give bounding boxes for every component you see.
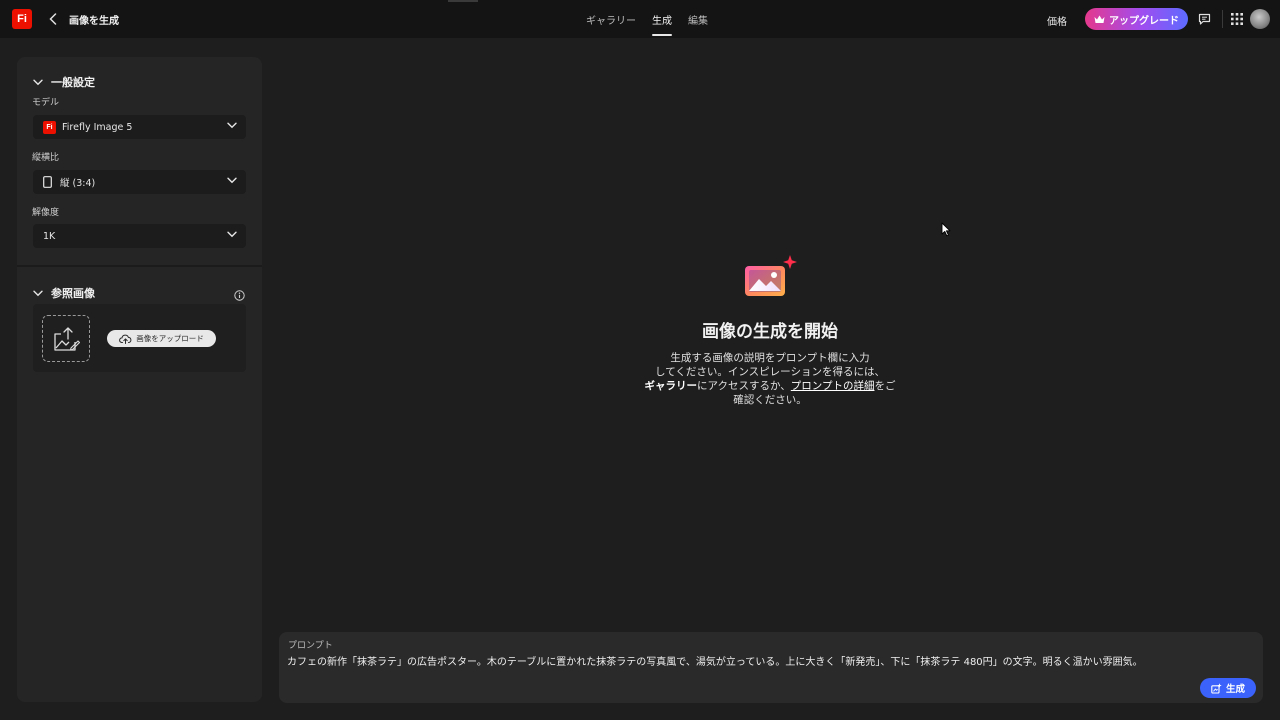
reference-image-title: 参照画像 <box>51 287 95 300</box>
desc-mid: にアクセスするか、 <box>697 380 791 392</box>
desc-line-4: 確認ください。 <box>733 394 807 406</box>
upgrade-label: アップグレード <box>1109 15 1179 27</box>
prompt-details-link[interactable]: プロンプトの詳細 <box>791 380 875 392</box>
chevron-down-icon <box>227 177 237 184</box>
chevron-down-icon <box>33 290 43 296</box>
upload-image-label: 画像をアップロード <box>136 334 204 343</box>
price-link[interactable]: 価格 <box>1047 13 1067 28</box>
aspect-ratio-value: 縦 (3:4) <box>60 178 96 189</box>
aspect-ratio-label: 縦横比 <box>32 153 60 163</box>
gallery-link[interactable]: ギャラリー <box>645 380 698 392</box>
main-nav: ギャラリー 生成 編集 <box>578 0 716 38</box>
resolution-label: 解像度 <box>32 208 60 218</box>
general-settings-title: 一般設定 <box>51 76 95 89</box>
mouse-cursor-icon <box>941 222 951 237</box>
header-divider <box>1222 10 1223 28</box>
aspect-ratio-select[interactable]: 縦 (3:4) <box>33 170 246 194</box>
desc-line-2: してください。インスピレーションを得るには、 <box>655 366 885 378</box>
prompt-label: プロンプト <box>288 641 333 651</box>
apps-grid-icon <box>1231 13 1243 25</box>
chevron-down-icon <box>227 231 237 238</box>
info-button[interactable] <box>234 286 245 305</box>
model-value: Firefly Image 5 <box>62 121 133 133</box>
general-settings-header[interactable]: 一般設定 <box>33 74 95 90</box>
prompt-panel[interactable]: プロンプト カフェの新作「抹茶ラテ」の広告ポスター。木のテーブルに置かれた抹茶ラ… <box>279 632 1263 703</box>
reference-image-header[interactable]: 参照画像 <box>33 285 95 301</box>
chevron-down-icon <box>33 79 43 85</box>
cloud-upload-icon <box>119 334 132 344</box>
portrait-icon <box>43 176 52 188</box>
back-button[interactable] <box>46 11 60 27</box>
generate-image-icon <box>745 255 797 296</box>
reference-image-panel: 画像をアップロード <box>33 304 246 372</box>
model-label: モデル <box>32 98 60 108</box>
desc-line-1: 生成する画像の説明をプロンプト欄に入力 <box>670 352 870 364</box>
resolution-value: 1K <box>43 230 56 242</box>
chevron-down-icon <box>227 122 237 129</box>
upload-image-button[interactable]: 画像をアップロード <box>107 330 216 347</box>
tab-gallery[interactable]: ギャラリー <box>578 0 644 38</box>
crown-icon <box>1094 15 1105 23</box>
firefly-model-logo: Fi <box>43 120 56 134</box>
desc-tail: をご <box>874 380 896 392</box>
empty-state-title: 画像の生成を開始 <box>702 322 838 342</box>
empty-state-description: 生成する画像の説明をプロンプト欄に入力 してください。インスピレーションを得るに… <box>635 351 905 407</box>
tab-generate[interactable]: 生成 <box>644 0 680 38</box>
settings-sidebar: 一般設定 モデル Fi Firefly Image 5 縦横比 縦 (3:4) … <box>17 57 262 702</box>
prompt-input[interactable]: カフェの新作「抹茶ラテ」の広告ポスター。木のテーブルに置かれた抹茶ラテの写真風で… <box>287 653 1247 668</box>
info-icon <box>234 290 245 301</box>
resolution-select[interactable]: 1K <box>33 224 246 248</box>
section-divider <box>17 265 262 267</box>
generate-sparkle-icon <box>1211 682 1222 694</box>
top-bar: Fi 画像を生成 ギャラリー 生成 編集 価格 アップグレード <box>0 0 1280 38</box>
image-dropzone[interactable] <box>42 315 90 362</box>
chat-icon <box>1198 13 1210 25</box>
generate-label: 生成 <box>1225 684 1245 695</box>
firefly-logo[interactable]: Fi <box>12 9 32 29</box>
feedback-button[interactable] <box>1196 11 1212 27</box>
upload-image-icon <box>54 326 80 351</box>
model-select[interactable]: Fi Firefly Image 5 <box>33 115 246 139</box>
chevron-left-icon <box>49 13 57 25</box>
generate-button[interactable]: 生成 <box>1200 678 1256 698</box>
page-title: 画像を生成 <box>69 16 119 27</box>
tab-edit[interactable]: 編集 <box>680 0 716 38</box>
avatar[interactable] <box>1250 9 1270 29</box>
upgrade-button[interactable]: アップグレード <box>1085 8 1188 30</box>
top-indicator <box>448 0 478 2</box>
apps-button[interactable] <box>1229 11 1245 27</box>
